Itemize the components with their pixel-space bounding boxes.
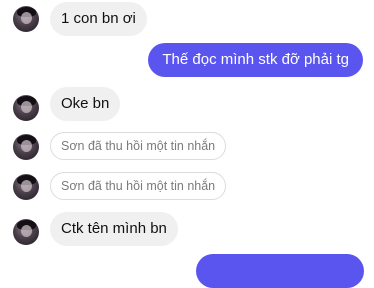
- recalled-message: Sơn đã thu hồi một tin nhắn: [50, 132, 227, 160]
- avatar[interactable]: [13, 174, 39, 200]
- recalled-message: Sơn đã thu hồi một tin nhắn: [50, 172, 227, 200]
- avatar[interactable]: [13, 134, 39, 160]
- avatar[interactable]: [13, 95, 39, 121]
- outgoing-message-partial[interactable]: [196, 254, 364, 288]
- avatar-face: [21, 180, 32, 192]
- avatar-face: [21, 101, 32, 113]
- incoming-message[interactable]: Oke bn: [50, 87, 121, 121]
- incoming-message[interactable]: Ctk tên mình bn: [50, 212, 178, 246]
- avatar-face: [21, 12, 32, 24]
- avatar[interactable]: [13, 219, 39, 245]
- avatar[interactable]: [13, 6, 39, 32]
- avatar-face: [21, 140, 32, 152]
- incoming-message[interactable]: 1 con bn ơi: [50, 2, 147, 36]
- outgoing-message[interactable]: Thế đọc mình stk đỡ phải tg: [148, 43, 363, 77]
- avatar-face: [21, 225, 32, 237]
